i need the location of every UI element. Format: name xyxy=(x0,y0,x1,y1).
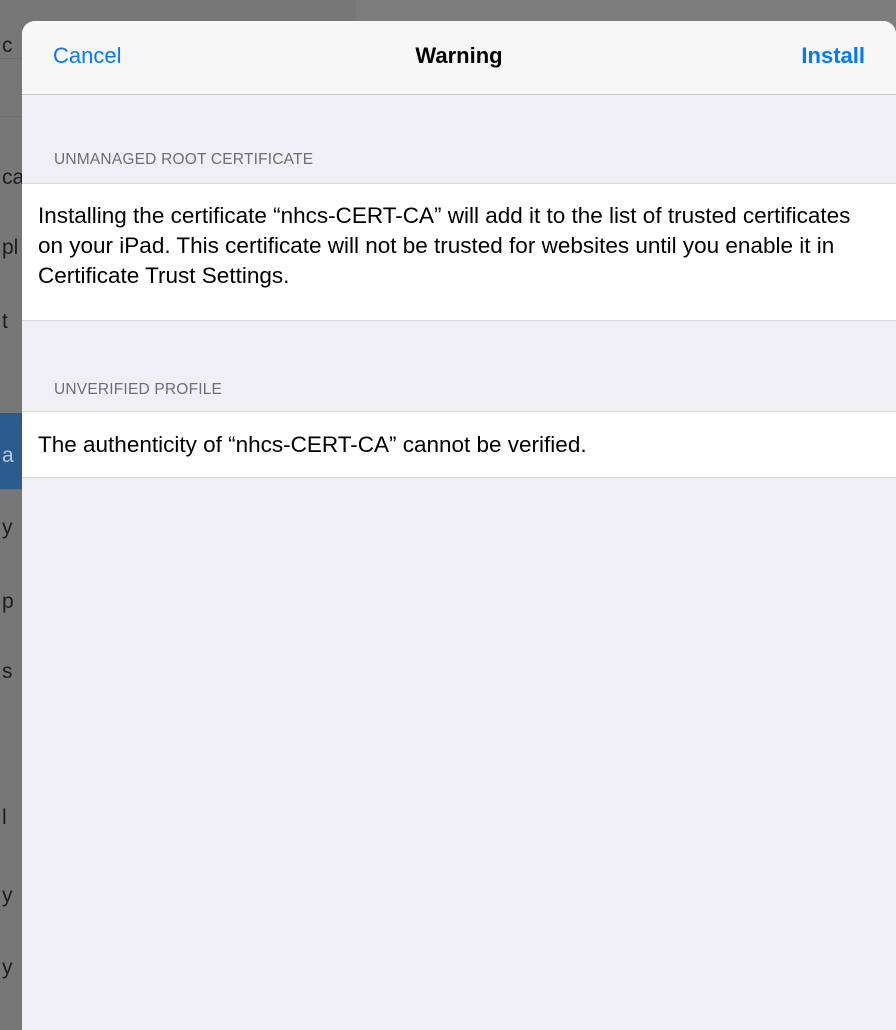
unmanaged-root-certificate-cell: Installing the certificate “nhcs-CERT-CA… xyxy=(22,183,896,321)
background-text-fragment: s xyxy=(2,660,13,683)
section-header-unmanaged-root-certificate: UNMANAGED ROOT CERTIFICATE xyxy=(54,151,314,168)
section-header-unverified-profile: UNVERIFIED PROFILE xyxy=(54,381,223,398)
navigation-bar: Cancel Warning Install xyxy=(22,21,896,95)
profile-warning-sheet: Cancel Warning Install UNMANAGED ROOT CE… xyxy=(22,21,896,1030)
background-text-fragment: c xyxy=(2,34,13,57)
background-text-fragment: a xyxy=(2,444,14,467)
unverified-profile-cell: The authenticity of “nhcs-CERT-CA” canno… xyxy=(22,411,896,478)
background-text-fragment: y xyxy=(2,956,13,979)
background-text-fragment: l xyxy=(2,806,7,829)
background-text-fragment: y xyxy=(2,884,13,907)
install-button[interactable]: Install xyxy=(801,43,865,69)
background-text-fragment: ca xyxy=(2,166,25,189)
background-text-fragment: pl xyxy=(2,236,19,259)
background-text-fragment: y xyxy=(2,516,13,539)
background-text-fragment: p xyxy=(2,590,14,613)
unmanaged-root-certificate-description: Installing the certificate “nhcs-CERT-CA… xyxy=(38,203,851,288)
unverified-profile-description: The authenticity of “nhcs-CERT-CA” canno… xyxy=(38,432,587,457)
background-text-fragment: t xyxy=(2,310,8,333)
sheet-title: Warning xyxy=(415,43,503,68)
